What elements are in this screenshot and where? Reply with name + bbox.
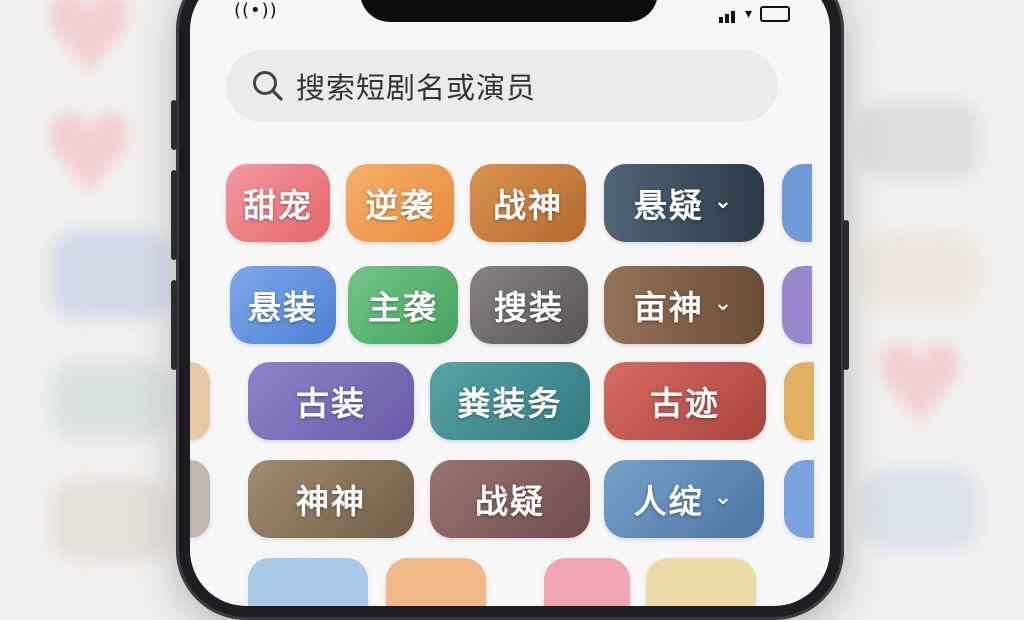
phone-screen: ((•)) ▾ 搜索短剧名或演员 甜宠 逆袭 战神 悬疑 ⌄ 悬装 主袭 搜装 … (190, 0, 830, 606)
tag-chip[interactable]: 粪装务 (430, 362, 590, 440)
tag-label: 悬装 (248, 288, 318, 327)
chevron-down-icon: ⌄ (713, 188, 735, 214)
tag-chip[interactable]: 逆袭 (346, 164, 454, 242)
tag-chip-partial[interactable] (544, 558, 630, 606)
tag-chip[interactable]: 主袭 (348, 266, 458, 344)
background-tile (860, 100, 980, 180)
background-heart-icon: ♥ (40, 0, 139, 99)
tag-chip-partial[interactable] (190, 362, 210, 440)
tag-chip-dropdown[interactable]: 亩神 ⌄ (604, 266, 764, 344)
tag-chip-partial[interactable] (646, 558, 756, 606)
tag-chip-partial[interactable] (190, 460, 210, 538)
background-tile (860, 470, 980, 550)
tag-label: 人绽 (633, 482, 704, 521)
tag-chip[interactable]: 搜装 (470, 266, 588, 344)
tag-chip[interactable]: 战疑 (430, 460, 590, 538)
background-heart-icon: ♥ (870, 321, 969, 449)
tag-label: 悬疑 (633, 186, 704, 225)
chevron-down-icon: ⌄ (713, 290, 735, 316)
tag-label: 古装 (296, 384, 366, 423)
tag-label: 甜宠 (243, 186, 313, 225)
tag-chip[interactable]: 甜宠 (226, 164, 330, 242)
wifi-icon: ▾ (744, 5, 752, 22)
phone-side-button (171, 170, 177, 260)
search-icon (250, 68, 286, 104)
background-tile (50, 230, 170, 320)
search-bar[interactable]: 搜索短剧名或演员 (226, 50, 778, 122)
battery-icon (760, 5, 790, 22)
tag-label: 神神 (296, 482, 366, 521)
phone-frame: ((•)) ▾ 搜索短剧名或演员 甜宠 逆袭 战神 悬疑 ⌄ 悬装 主袭 搜装 … (171, 0, 849, 620)
dynamic-island (360, 0, 658, 22)
tag-chip[interactable]: 古装 (248, 362, 414, 440)
tag-chip[interactable]: 悬装 (230, 266, 336, 344)
background-tile (50, 360, 170, 440)
tag-chip-partial[interactable] (248, 558, 368, 606)
tag-label: 搜装 (494, 288, 564, 327)
phone-side-button (171, 280, 177, 370)
tag-label: 主袭 (368, 288, 438, 327)
tag-label: 战神 (493, 186, 563, 225)
tag-chip[interactable]: 古迹 (604, 362, 766, 440)
signal-icon (718, 4, 737, 23)
status-bar-left: ((•)) (234, 0, 278, 21)
background-heart-icon: ♥ (40, 91, 139, 219)
tag-chip-dropdown[interactable]: 悬疑 ⌄ (604, 164, 764, 242)
tag-chip-partial[interactable] (782, 164, 812, 242)
status-bar-right: ▾ (718, 4, 790, 23)
tag-chip-dropdown[interactable]: 人绽 ⌄ (604, 460, 764, 538)
tag-chip-partial[interactable] (782, 266, 812, 344)
tag-chip-partial[interactable] (784, 460, 814, 538)
search-input[interactable]: 搜索短剧名或演员 (296, 65, 536, 107)
tag-chip-partial[interactable] (784, 362, 814, 440)
background-tile (50, 480, 170, 560)
phone-side-button (171, 100, 177, 150)
tag-label: 战疑 (475, 482, 545, 521)
tag-label: 粪装务 (457, 384, 563, 423)
tag-label: 古迹 (650, 384, 720, 423)
phone-side-button (843, 220, 849, 370)
tag-label: 亩神 (633, 288, 704, 327)
tag-chip-partial[interactable] (386, 558, 486, 606)
tag-chip[interactable]: 神神 (248, 460, 414, 538)
background-tile (860, 230, 980, 310)
tag-chip[interactable]: 战神 (470, 164, 586, 242)
chevron-down-icon: ⌄ (713, 484, 735, 510)
tag-label: 逆袭 (365, 186, 435, 225)
